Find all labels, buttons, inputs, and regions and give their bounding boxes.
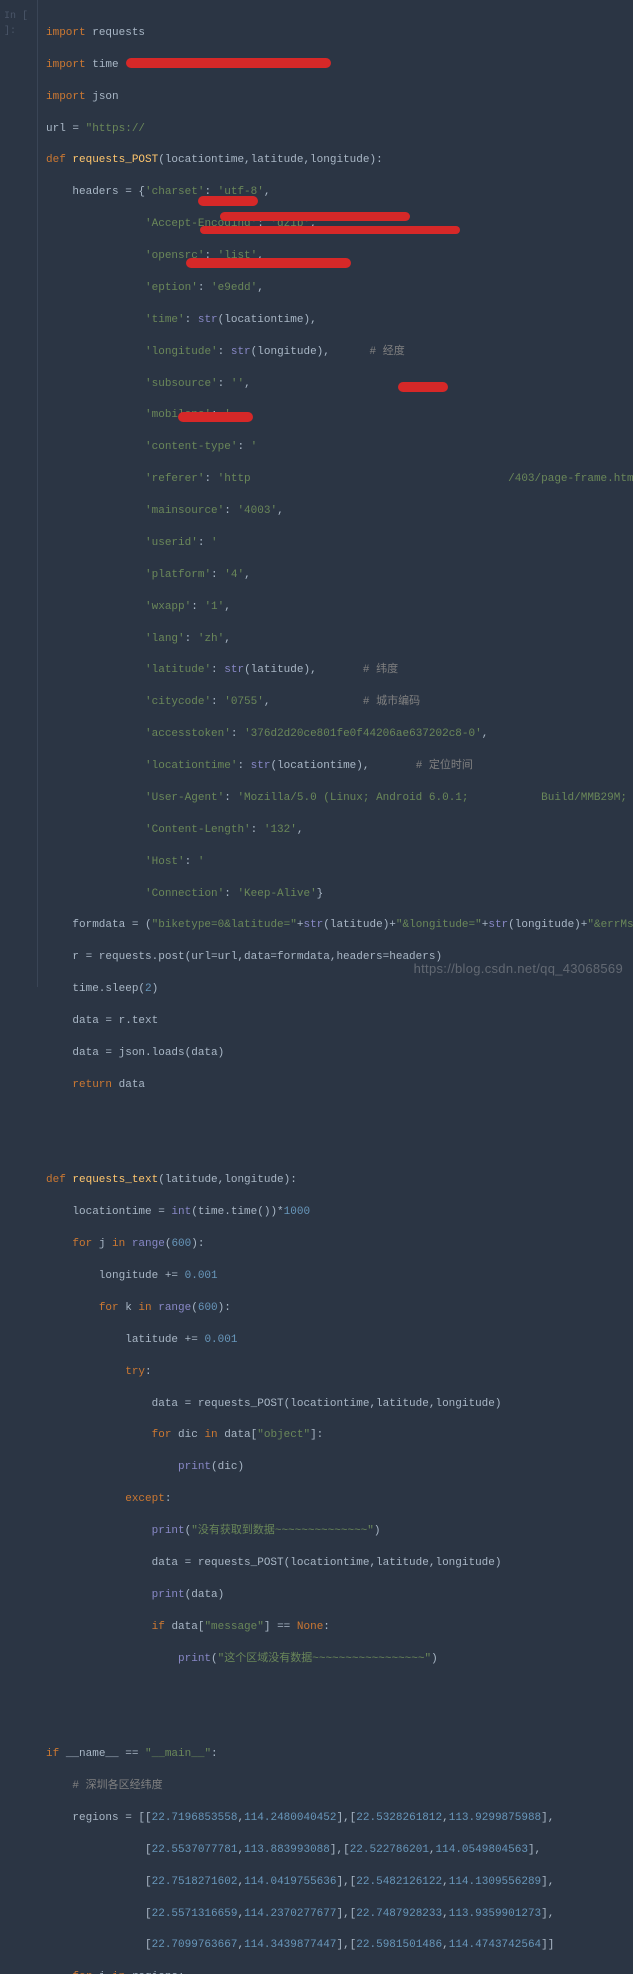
- code-line: import json: [46, 90, 625, 106]
- code-line: formdata = ("biketype=0&latitude="+str(l…: [46, 918, 625, 934]
- code-line: if data["message"] == None:: [46, 1620, 625, 1636]
- code-line: 'wxapp': '1',: [46, 600, 625, 616]
- code-line: # 深圳各区经纬度: [46, 1779, 625, 1795]
- code-line: [46, 1110, 625, 1126]
- code-line: 'citycode': '0755', # 城市编码: [46, 695, 625, 711]
- code-line: data = requests_POST(locationtime,latitu…: [46, 1556, 625, 1572]
- code-line: 'referer': 'http /403/page-frame.html',: [46, 472, 625, 488]
- code-line: time.sleep(2): [46, 982, 625, 998]
- code-line: 'subsource': '',: [46, 377, 625, 393]
- code-line: 'accesstoken': '376d2d20ce801fe0f44206ae…: [46, 727, 625, 743]
- code-line: for k in range(600):: [46, 1301, 625, 1317]
- code-line: try:: [46, 1365, 625, 1381]
- code-line: import requests: [46, 26, 625, 42]
- code-line: [46, 1142, 625, 1158]
- code-line: 'mobileno': ': [46, 408, 625, 424]
- code-line: for j in range(600):: [46, 1237, 625, 1253]
- code-line: 'Accept-Encoding': 'gzip',: [46, 217, 625, 233]
- code-line: 'userid': ': [46, 536, 625, 552]
- code-line: url = "https://: [46, 122, 625, 138]
- code-line: latitude += 0.001: [46, 1333, 625, 1349]
- code-line: 'User-Agent': 'Mozilla/5.0 (Linux; Andro…: [46, 791, 625, 807]
- code-line: data = r.text: [46, 1014, 625, 1030]
- code-editor[interactable]: import requests import time import json …: [0, 0, 633, 1974]
- code-line: data = json.loads(data): [46, 1046, 625, 1062]
- code-line: except:: [46, 1492, 625, 1508]
- code-line: print(dic): [46, 1460, 625, 1476]
- code-line: 'content-type': ': [46, 440, 625, 456]
- code-line: 'Connection': 'Keep-Alive'}: [46, 887, 625, 903]
- code-line: def requests_POST(locationtime,latitude,…: [46, 153, 625, 169]
- code-line: 'mainsource': '4003',: [46, 504, 625, 520]
- code-line: 'longitude': str(longitude), # 经度: [46, 345, 625, 361]
- code-line: def requests_text(latitude,longitude):: [46, 1173, 625, 1189]
- code-line: [46, 1715, 625, 1731]
- code-line: longitude += 0.001: [46, 1269, 625, 1285]
- code-line: headers = {'charset': 'utf-8',: [46, 185, 625, 201]
- code-line: return data: [46, 1078, 625, 1094]
- code-line: 'opensrc': 'list',: [46, 249, 625, 265]
- code-line: data = requests_POST(locationtime,latitu…: [46, 1397, 625, 1413]
- code-line: locationtime = int(time.time())*1000: [46, 1205, 625, 1221]
- code-line: print("没有获取到数据~~~~~~~~~~~~~~"): [46, 1524, 625, 1540]
- code-line: [22.5537077781,113.883993088],[22.522786…: [46, 1843, 625, 1859]
- code-line: regions = [[22.7196853558,114.2480040452…: [46, 1811, 625, 1827]
- code-line: 'Host': ': [46, 855, 625, 871]
- code-line: for i in regions:: [46, 1970, 625, 1974]
- code-line: 'Content-Length': '132',: [46, 823, 625, 839]
- code-line: [22.7518271602,114.0419755636],[22.54821…: [46, 1875, 625, 1891]
- code-line: 'eption': 'e9edd',: [46, 281, 625, 297]
- code-line: 'time': str(locationtime),: [46, 313, 625, 329]
- code-line: import time: [46, 58, 625, 74]
- code-line: 'platform': '4',: [46, 568, 625, 584]
- code-line: [46, 1683, 625, 1699]
- code-line: 'latitude': str(latitude), # 纬度: [46, 663, 625, 679]
- code-line: print(data): [46, 1588, 625, 1604]
- code-line: print("这个区域没有数据~~~~~~~~~~~~~~~~~"): [46, 1652, 625, 1668]
- code-line: if __name__ == "__main__":: [46, 1747, 625, 1763]
- code-line: 'locationtime': str(locationtime), # 定位时…: [46, 759, 625, 775]
- code-line: [22.7099763667,114.3439877447],[22.59815…: [46, 1938, 625, 1954]
- code-line: [22.5571316659,114.2370277677],[22.74879…: [46, 1907, 625, 1923]
- code-line: 'lang': 'zh',: [46, 632, 625, 648]
- watermark: https://blog.csdn.net/qq_43068569: [414, 960, 623, 979]
- code-line: for dic in data["object"]:: [46, 1428, 625, 1444]
